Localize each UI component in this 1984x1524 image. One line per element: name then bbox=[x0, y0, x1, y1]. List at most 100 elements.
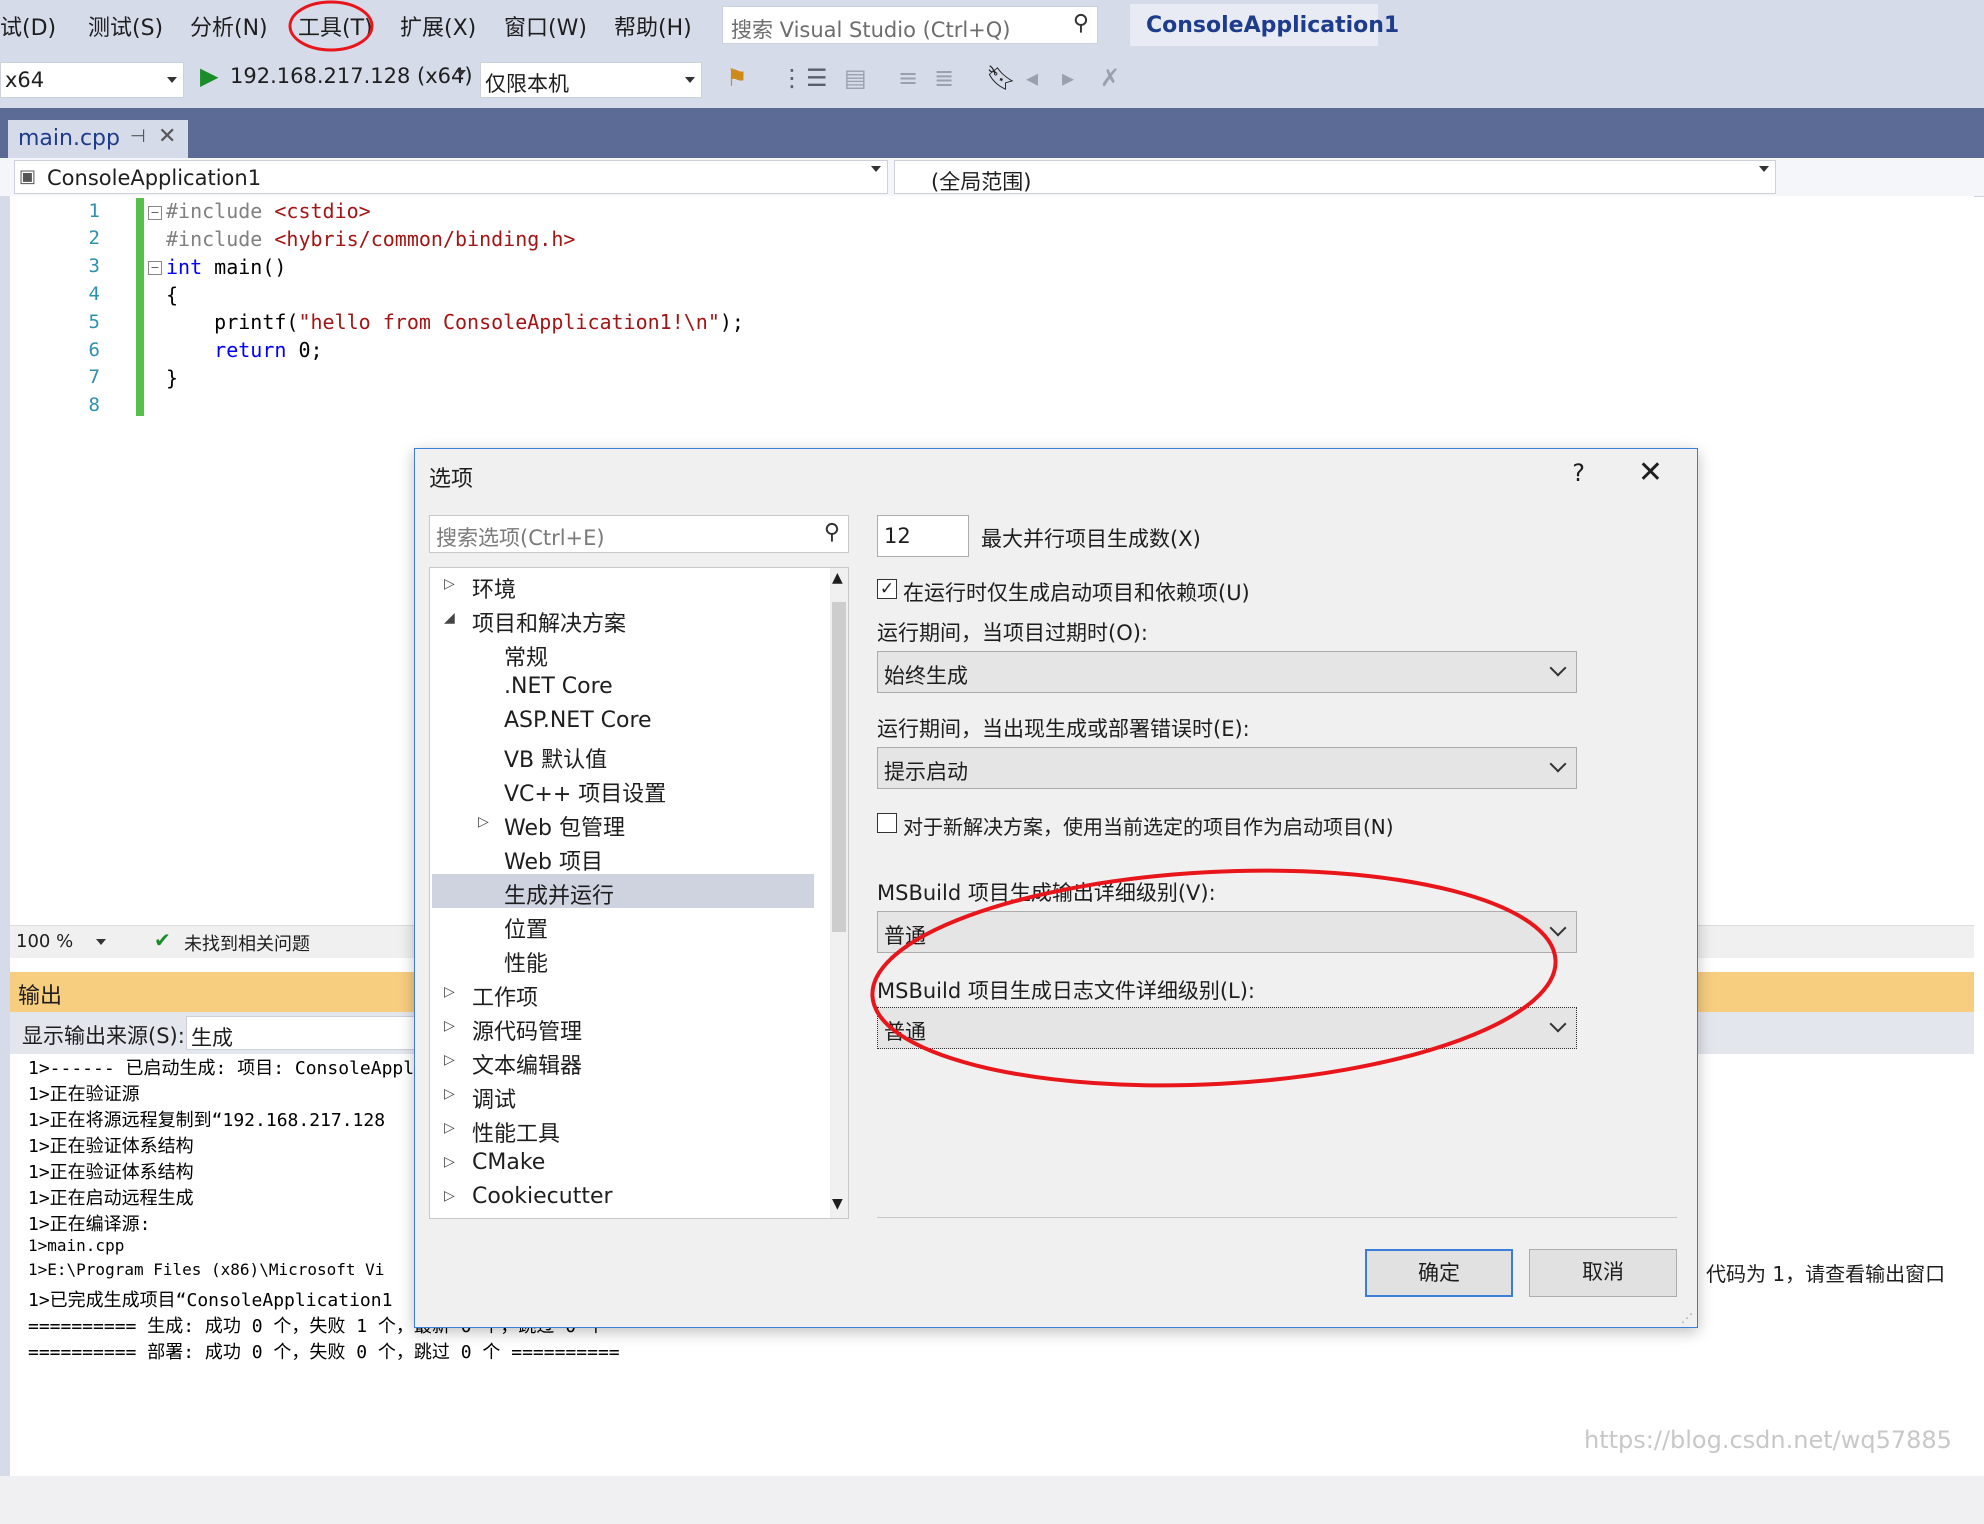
expand-icon[interactable]: ▷ bbox=[444, 1018, 455, 1034]
zoom-combo[interactable]: 100 % bbox=[12, 928, 112, 956]
tree-item-source-control[interactable]: ▷ 源代码管理 bbox=[430, 1010, 828, 1045]
build-error-label: 运行期间，当出现生成或部署错误时(E): bbox=[877, 717, 1250, 741]
code-line-1: #include <cstdio> bbox=[166, 199, 371, 223]
line-number: 5 bbox=[88, 311, 100, 333]
output-line: 1>main.cpp bbox=[28, 1236, 125, 1255]
prev-bookmark-icon[interactable]: ◂ bbox=[1026, 64, 1038, 92]
max-parallel-input[interactable]: 12 bbox=[877, 515, 969, 557]
expand-icon[interactable]: ▷ bbox=[444, 1154, 455, 1170]
out-of-date-combo[interactable]: 始终生成 bbox=[877, 651, 1577, 693]
build-error-combo[interactable]: 提示启动 bbox=[877, 747, 1577, 789]
tree-item-general[interactable]: 常规 bbox=[430, 636, 828, 671]
tree-item-debugging[interactable]: ▷ 调试 bbox=[430, 1078, 828, 1113]
tree-item-label: 环境 bbox=[472, 578, 517, 603]
new-solution-label: 对于新解决方案，使用当前选定的项目作为启动项目(N) bbox=[903, 815, 1394, 839]
tree-item-performance[interactable]: 性能 bbox=[430, 942, 828, 977]
platform-combo[interactable]: x64 bbox=[0, 62, 184, 98]
tree-item-web-package[interactable]: ▷ Web 包管理 bbox=[430, 806, 828, 841]
tree-item-build-run[interactable]: 生成并运行 bbox=[432, 874, 814, 909]
menu-window[interactable]: 窗口(W) bbox=[504, 10, 587, 42]
output-line: ========== 部署: 成功 0 个，失败 0 个，跳过 0 个 ====… bbox=[28, 1342, 620, 1363]
search-input[interactable]: 搜索 Visual Studio (Ctrl+Q) ⚲ bbox=[722, 6, 1098, 44]
tree-item-environment[interactable]: ▷ 环境 bbox=[430, 568, 828, 603]
scroll-up-icon[interactable]: ▲ bbox=[832, 570, 843, 586]
comment-icon[interactable]: ▤ bbox=[844, 64, 867, 92]
menu-test[interactable]: 测试(S) bbox=[88, 10, 163, 42]
dialog-title: 选项 bbox=[429, 467, 474, 492]
collapse-icon[interactable]: ◢ bbox=[444, 610, 455, 626]
expand-icon[interactable]: ▷ bbox=[444, 1188, 455, 1204]
only-build-startup-checkbox[interactable]: ✓ bbox=[877, 579, 897, 599]
tree-item-aspnet-core[interactable]: ASP.NET Core bbox=[430, 704, 828, 738]
scope-nav-combo[interactable]: (全局范围) bbox=[894, 160, 1776, 194]
expand-icon[interactable]: ▷ bbox=[444, 1120, 455, 1136]
output-source-combo[interactable]: 生成 bbox=[186, 1016, 426, 1050]
watermark: https://blog.csdn.net/wq57885 bbox=[1584, 1426, 1952, 1454]
tree-item-web-projects[interactable]: Web 项目 bbox=[430, 840, 828, 875]
bookmark-icon[interactable]: 🔖︎ bbox=[986, 64, 1016, 92]
tree-item-vcpp-settings[interactable]: VC++ 项目设置 bbox=[430, 772, 828, 807]
expand-icon[interactable]: ▷ bbox=[444, 984, 455, 1000]
code-line-5: printf("hello from ConsoleApplication1!\… bbox=[166, 310, 744, 334]
code-line-7: } bbox=[166, 366, 179, 390]
remote-target[interactable]: 192.168.217.128 (x64) bbox=[230, 64, 473, 88]
options-search-placeholder: 搜索选项(Ctrl+E) bbox=[436, 526, 605, 550]
clear-bookmarks-icon[interactable]: ✗ bbox=[1100, 64, 1120, 92]
close-button[interactable]: ✕ bbox=[1638, 455, 1663, 490]
tab-main-cpp[interactable]: main.cpp ⊣ ✕ bbox=[8, 120, 188, 158]
menu-debug[interactable]: 试(D) bbox=[0, 10, 56, 42]
tree-scroll-thumb[interactable] bbox=[832, 602, 846, 932]
tree-item-label: 位置 bbox=[504, 918, 549, 943]
tree-item-label: 项目和解决方案 bbox=[472, 612, 627, 637]
tree-item-label: Cookiecutter bbox=[472, 1184, 613, 1209]
platform-value: x64 bbox=[5, 68, 45, 92]
options-tree[interactable]: ▷ 环境 ◢ 项目和解决方案 常规 .NET Core ASP.NET Core… bbox=[429, 567, 849, 1219]
chevron-down-icon bbox=[1549, 755, 1567, 773]
scroll-down-icon[interactable]: ▼ bbox=[832, 1196, 843, 1212]
expand-icon[interactable]: ▷ bbox=[444, 1086, 455, 1102]
output-line-tail: 代码为 1，请查看输出窗口 bbox=[1706, 1262, 1946, 1286]
tree-item-perf-tools[interactable]: ▷ 性能工具 bbox=[430, 1112, 828, 1147]
tree-item-vb-defaults[interactable]: VB 默认值 bbox=[430, 738, 828, 773]
fold-minus-icon[interactable]: − bbox=[148, 261, 162, 275]
menu-analyze[interactable]: 分析(N) bbox=[190, 10, 268, 42]
tree-item-locations[interactable]: 位置 bbox=[430, 908, 828, 943]
cancel-button[interactable]: 取消 bbox=[1529, 1249, 1677, 1297]
menu-help[interactable]: 帮助(H) bbox=[614, 10, 692, 42]
scope-value: 仅限本机 bbox=[485, 72, 569, 96]
tree-item-projects-solutions[interactable]: ◢ 项目和解决方案 bbox=[430, 602, 828, 637]
line-number: 1 bbox=[88, 200, 100, 222]
search-placeholder: 搜索 Visual Studio (Ctrl+Q) bbox=[731, 18, 1011, 42]
outline-icon[interactable]: ☰ bbox=[806, 64, 828, 92]
tree-item-label: .NET Core bbox=[504, 674, 613, 699]
expand-icon[interactable]: ▷ bbox=[444, 1052, 455, 1068]
indent-icon[interactable]: ≡ bbox=[898, 64, 918, 92]
options-search-input[interactable]: 搜索选项(Ctrl+E) ⚲ bbox=[429, 515, 849, 553]
tree-item-text-editor[interactable]: ▷ 文本编辑器 bbox=[430, 1044, 828, 1079]
pin-icon[interactable]: ⊣ bbox=[130, 126, 146, 147]
new-solution-checkbox[interactable] bbox=[877, 813, 897, 833]
outdent-icon[interactable]: ≣ bbox=[934, 64, 954, 92]
help-button[interactable]: ? bbox=[1572, 459, 1585, 487]
output-line: 1>正在编译源: bbox=[28, 1214, 151, 1235]
ok-button[interactable]: 确定 bbox=[1365, 1249, 1513, 1297]
play-icon[interactable]: ▶ bbox=[200, 62, 218, 90]
grip-icon: ⋮ bbox=[780, 64, 804, 92]
resize-grip-icon[interactable]: ⋰ bbox=[1681, 1311, 1693, 1325]
expand-icon[interactable]: ▷ bbox=[478, 814, 489, 830]
close-icon[interactable]: ✕ bbox=[158, 124, 176, 149]
chevron-down-icon[interactable] bbox=[456, 70, 466, 76]
next-bookmark-icon[interactable]: ▸ bbox=[1062, 64, 1074, 92]
menu-extensions[interactable]: 扩展(X) bbox=[400, 10, 476, 42]
tree-item-net-core[interactable]: .NET Core bbox=[430, 670, 828, 704]
project-combo[interactable]: ▣ ConsoleApplication1 bbox=[14, 160, 888, 194]
tree-item-cmake[interactable]: ▷ CMake bbox=[430, 1146, 828, 1180]
find-files-icon[interactable]: ⚑ bbox=[726, 64, 748, 92]
expand-icon[interactable]: ▷ bbox=[444, 576, 455, 592]
fold-minus-icon[interactable]: − bbox=[148, 206, 162, 220]
tree-item-work-items[interactable]: ▷ 工作项 bbox=[430, 976, 828, 1011]
window-title: ConsoleApplication1 bbox=[1146, 13, 1400, 38]
tree-item-cookiecutter[interactable]: ▷ Cookiecutter bbox=[430, 1180, 828, 1214]
scope-combo[interactable]: 仅限本机 bbox=[480, 62, 702, 98]
tree-item-label: 工作项 bbox=[472, 986, 539, 1011]
